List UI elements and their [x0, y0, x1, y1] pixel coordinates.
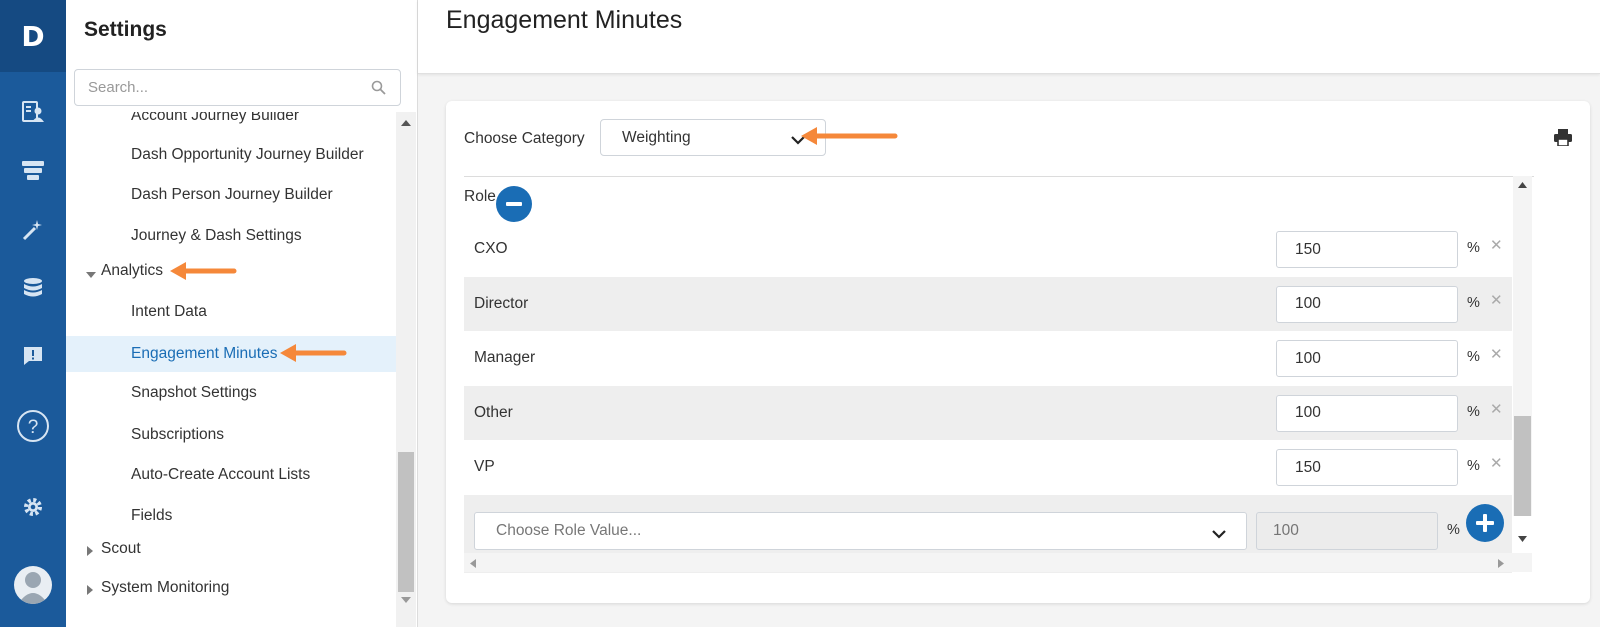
percent-label: % [1467, 294, 1480, 311]
role-label: Role [464, 188, 496, 205]
remove-icon[interactable]: ✕ [1490, 345, 1503, 363]
remove-icon[interactable]: ✕ [1490, 236, 1503, 254]
role-name: Director [474, 294, 529, 312]
divider [464, 176, 1534, 177]
settings-panel: Settings Account Journey Builder Dash Op… [66, 0, 418, 627]
role-row: CXO % ✕ [464, 222, 1512, 277]
role-name: CXO [474, 240, 508, 257]
remove-icon[interactable]: ✕ [1490, 291, 1503, 309]
annotation-arrow [801, 127, 898, 145]
tree-item-journey-dash-settings[interactable]: Journey & Dash Settings [66, 218, 397, 254]
category-select[interactable]: Weighting [600, 119, 826, 156]
add-role-button[interactable] [1466, 504, 1504, 542]
search-input[interactable] [75, 70, 355, 105]
remove-icon[interactable]: ✕ [1490, 454, 1503, 472]
weight-input[interactable] [1276, 449, 1458, 486]
scroll-up-icon[interactable] [1518, 182, 1527, 188]
remove-icon[interactable]: ✕ [1490, 400, 1503, 418]
collapse-button[interactable] [496, 186, 532, 222]
print-icon[interactable] [1554, 129, 1572, 151]
scroll-down-icon[interactable] [401, 597, 411, 603]
choose-category-label: Choose Category [464, 130, 585, 147]
card-scrollbar[interactable] [1513, 176, 1532, 516]
role-row: Other % ✕ [464, 385, 1512, 440]
scrollbar-thumb[interactable] [398, 452, 414, 592]
main-content: Engagement Minutes Choose Category Weigh… [418, 0, 1600, 627]
tree-item-fields[interactable]: Fields [66, 498, 397, 534]
accounts-icon[interactable] [0, 92, 66, 132]
weight-input[interactable] [1276, 340, 1458, 377]
role-name: Manager [474, 349, 536, 366]
avatar[interactable] [14, 566, 52, 604]
card-horizontal-scrollbar[interactable] [464, 536, 1532, 572]
settings-tree: Account Journey Builder Dash Opportunity… [66, 112, 397, 627]
annotation-arrow [280, 344, 347, 362]
percent-label: % [1467, 458, 1480, 474]
search-icon[interactable] [371, 80, 386, 100]
percent-label: % [1467, 349, 1480, 365]
weighting-card: Choose Category Weighting Role CXO % ✕ D… [446, 101, 1590, 603]
tree-item-scout[interactable]: Scout [66, 531, 397, 567]
settings-title: Settings [84, 18, 167, 41]
settings-search [74, 69, 401, 106]
scroll-right-icon[interactable] [1498, 559, 1504, 568]
settings-scrollbar[interactable] [396, 112, 416, 627]
role-weights-list: CXO % ✕ Director % ✕ Manager % ✕ Other % [464, 222, 1512, 495]
annotation-arrow [170, 262, 237, 280]
tree-item-intent-data[interactable]: Intent Data [66, 294, 397, 330]
role-row: VP % ✕ [464, 440, 1512, 495]
percent-label: % [1467, 403, 1480, 420]
role-value-select[interactable]: Choose Role Value... [474, 512, 1247, 550]
help-icon[interactable]: ? [0, 406, 66, 446]
gear-icon[interactable] [0, 487, 66, 527]
tree-item-subscriptions[interactable]: Subscriptions [66, 417, 397, 453]
plus-icon [1476, 514, 1494, 532]
new-weight-input[interactable] [1256, 512, 1438, 550]
feedback-icon[interactable] [0, 336, 66, 376]
percent-label: % [1447, 522, 1460, 538]
weight-input[interactable] [1276, 285, 1458, 323]
percent-label: % [1467, 240, 1480, 256]
tree-item-dash-opportunity-journey-builder[interactable]: Dash Opportunity Journey Builder [66, 137, 397, 173]
scrollbar-thumb[interactable] [1514, 416, 1531, 516]
tree-item-system-monitoring[interactable]: System Monitoring [66, 570, 397, 606]
magic-wand-icon[interactable] [0, 210, 66, 250]
scroll-left-icon[interactable] [470, 559, 476, 568]
tree-item-dash-person-journey-builder[interactable]: Dash Person Journey Builder [66, 177, 397, 213]
caret-right-icon[interactable] [87, 582, 94, 600]
page-title: Engagement Minutes [446, 6, 683, 34]
scroll-down-icon[interactable] [1518, 536, 1527, 542]
chevron-down-icon [1212, 526, 1226, 544]
caret-right-icon[interactable] [87, 543, 94, 561]
tree-item-auto-create-account-lists[interactable]: Auto-Create Account Lists [66, 457, 397, 493]
app-logo[interactable]: D [0, 0, 66, 72]
database-icon[interactable] [0, 268, 66, 308]
tree-item-snapshot-settings[interactable]: Snapshot Settings [66, 375, 397, 411]
caret-down-icon[interactable] [86, 266, 96, 284]
svg-text:?: ? [28, 417, 39, 438]
scroll-up-icon[interactable] [401, 120, 411, 126]
role-name: VP [474, 458, 495, 475]
tree-item-account-journey-builder[interactable]: Account Journey Builder [66, 112, 397, 134]
page-header: Engagement Minutes [418, 0, 1600, 74]
role-name: Other [474, 403, 513, 421]
minus-icon [506, 202, 522, 206]
nav-rail: D ? [0, 0, 66, 627]
weight-input[interactable] [1276, 231, 1458, 268]
role-row: Director % ✕ [464, 276, 1512, 331]
funnel-icon[interactable] [0, 150, 66, 190]
weight-input[interactable] [1276, 394, 1458, 432]
role-row: Manager % ✕ [464, 331, 1512, 386]
